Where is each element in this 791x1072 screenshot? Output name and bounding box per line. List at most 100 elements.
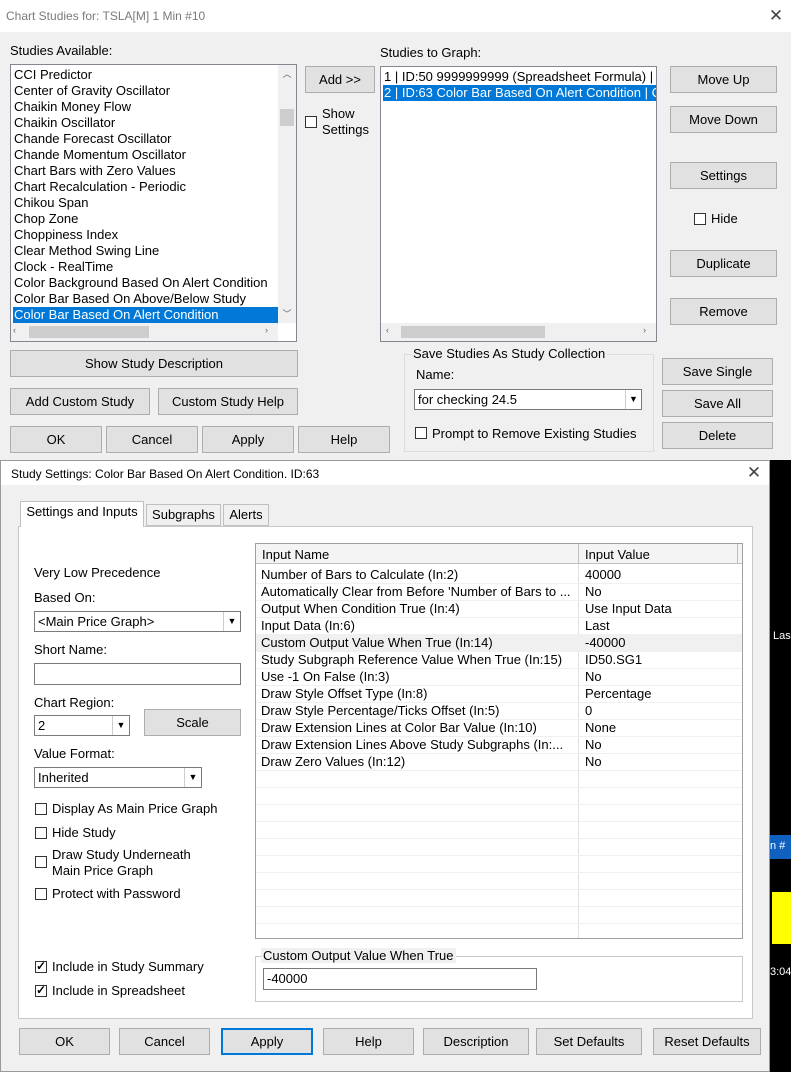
set-defaults-button[interactable]: Set Defaults	[536, 1028, 642, 1055]
include-spreadsheet-checkbox[interactable]	[35, 983, 47, 997]
settings-apply-button[interactable]: Apply	[221, 1028, 313, 1055]
input-value-cell[interactable]: 0	[585, 702, 592, 719]
show-study-description-button[interactable]: Show Study Description	[10, 350, 298, 377]
study-list-item[interactable]: Color Background Based On Alert Conditio…	[14, 275, 268, 291]
input-row[interactable]	[256, 770, 742, 788]
input-value-cell[interactable]: No	[585, 583, 602, 600]
scroll-left-icon[interactable]: ‹	[13, 325, 16, 335]
apply-button[interactable]: Apply	[202, 426, 294, 453]
dropdown-arrow-icon[interactable]: ▼	[184, 768, 201, 787]
scroll-right-icon[interactable]: ›	[265, 325, 268, 335]
cancel-button[interactable]: Cancel	[106, 426, 198, 453]
study-list-item[interactable]: Clock - RealTime	[14, 259, 113, 275]
input-value-cell[interactable]: 40000	[585, 566, 621, 583]
duplicate-button[interactable]: Duplicate	[670, 250, 777, 277]
scroll-down-icon[interactable]: ﹀	[278, 307, 296, 320]
studies-available-hscroll[interactable]: ‹ ›	[11, 323, 278, 341]
input-value-cell[interactable]: None	[585, 719, 616, 736]
remove-button[interactable]: Remove	[670, 298, 777, 325]
study-list-item[interactable]: Chikou Span	[14, 195, 88, 211]
graph-study-item-1[interactable]: 1 | ID:50 9999999999 (Spreadsheet Formul…	[384, 69, 653, 85]
close-icon[interactable]: ✕	[766, 6, 786, 26]
input-row[interactable]	[256, 906, 742, 924]
input-row[interactable]: Custom Output Value When True (In:14) -40…	[256, 634, 742, 652]
dropdown-arrow-icon[interactable]: ▼	[223, 612, 240, 631]
input-row[interactable]: Output When Condition True (In:4) Use Inp…	[256, 600, 742, 618]
scroll-left-icon[interactable]: ‹	[386, 325, 389, 335]
move-up-button[interactable]: Move Up	[670, 66, 777, 93]
input-row[interactable]	[256, 872, 742, 890]
input-row[interactable]	[256, 804, 742, 822]
reset-defaults-button[interactable]: Reset Defaults	[653, 1028, 761, 1055]
custom-study-help-button[interactable]: Custom Study Help	[158, 388, 298, 415]
display-as-main-checkbox[interactable]	[35, 803, 47, 815]
show-settings-checkbox[interactable]	[305, 116, 317, 128]
tab-alerts[interactable]: Alerts	[223, 504, 269, 526]
input-row[interactable]: Draw Style Percentage/Ticks Offset (In:5…	[256, 702, 742, 720]
scrollbar-thumb[interactable]	[280, 109, 294, 126]
study-list-item[interactable]: Chaikin Money Flow	[14, 99, 131, 115]
studies-to-graph-list[interactable]: 1 | ID:50 9999999999 (Spreadsheet Formul…	[380, 66, 657, 342]
settings-ok-button[interactable]: OK	[19, 1028, 110, 1055]
collection-name-combo[interactable]: for checking 24.5 ▼	[414, 389, 642, 410]
scale-button[interactable]: Scale	[144, 709, 241, 736]
include-summary-checkbox[interactable]	[35, 959, 47, 973]
chart-region-combo[interactable]: 2 ▼	[34, 715, 130, 736]
input-name-header[interactable]: Input Name	[262, 547, 329, 562]
studies-available-list[interactable]: CCI Predictor Center of Gravity Oscillato…	[10, 64, 297, 342]
help-button[interactable]: Help	[298, 426, 390, 453]
short-name-input[interactable]	[34, 663, 241, 685]
hide-checkbox[interactable]	[694, 213, 706, 225]
scroll-right-icon[interactable]: ›	[643, 325, 646, 335]
input-value-cell[interactable]: No	[585, 668, 602, 685]
study-list-item[interactable]: Chande Forecast Oscillator	[14, 131, 172, 147]
input-value-cell[interactable]: ID50.SG1	[585, 651, 642, 668]
input-value-cell[interactable]: Use Input Data	[585, 600, 672, 617]
study-list-item[interactable]: Chaikin Oscillator	[14, 115, 115, 131]
input-value-cell[interactable]: -40000	[585, 634, 625, 651]
study-list-item[interactable]: Color Bar Based On Alert Condition	[13, 307, 278, 323]
input-row[interactable]: Draw Style Offset Type (In:8) Percentage	[256, 685, 742, 703]
add-custom-study-button[interactable]: Add Custom Study	[10, 388, 150, 415]
tab-settings-and-inputs[interactable]: Settings and Inputs	[20, 501, 144, 527]
input-row[interactable]: Draw Zero Values (In:12) No	[256, 753, 742, 771]
input-row[interactable]: Draw Extension Lines at Color Bar Value …	[256, 719, 742, 737]
prompt-remove-checkbox[interactable]	[415, 427, 427, 439]
input-row[interactable]	[256, 838, 742, 856]
study-list-item[interactable]: Chop Zone	[14, 211, 78, 227]
based-on-combo[interactable]: <Main Price Graph> ▼	[34, 611, 241, 632]
settings-cancel-button[interactable]: Cancel	[119, 1028, 210, 1055]
study-list-item[interactable]: CCI Predictor	[14, 67, 92, 83]
value-format-combo[interactable]: Inherited ▼	[34, 767, 202, 788]
study-list-item[interactable]: Color Bar Based On Above/Below Study	[14, 291, 246, 307]
hscrollbar-thumb[interactable]	[29, 326, 149, 338]
study-list-item[interactable]: Clear Method Swing Line	[14, 243, 159, 259]
input-row[interactable]	[256, 787, 742, 805]
hide-study-checkbox[interactable]	[35, 827, 47, 839]
studies-available-vscroll[interactable]: ︿ ﹀	[278, 65, 296, 323]
graph-study-item-2[interactable]: 2 | ID:63 Color Bar Based On Alert Condi…	[383, 85, 656, 101]
description-button[interactable]: Description	[423, 1028, 529, 1055]
input-value-cell[interactable]: Percentage	[585, 685, 652, 702]
dropdown-arrow-icon[interactable]: ▼	[112, 716, 129, 735]
input-row[interactable]: Number of Bars to Calculate (In:2) 40000	[256, 566, 742, 584]
input-value-cell[interactable]: No	[585, 736, 602, 753]
input-value-header[interactable]: Input Value	[585, 547, 650, 562]
save-single-button[interactable]: Save Single	[662, 358, 773, 385]
save-all-button[interactable]: Save All	[662, 390, 773, 417]
protect-password-checkbox[interactable]	[35, 888, 47, 900]
draw-underneath-checkbox[interactable]	[35, 856, 47, 868]
input-row[interactable]	[256, 923, 742, 938]
hscrollbar-thumb[interactable]	[401, 326, 545, 338]
settings-help-button[interactable]: Help	[323, 1028, 414, 1055]
study-list-item[interactable]: Center of Gravity Oscillator	[14, 83, 170, 99]
edit-value-input[interactable]: -40000	[263, 968, 537, 990]
input-row[interactable]: Input Data (In:6) Last	[256, 617, 742, 635]
input-row[interactable]: Draw Extension Lines Above Study Subgrap…	[256, 736, 742, 754]
tab-subgraphs[interactable]: Subgraphs	[146, 504, 221, 526]
dropdown-arrow-icon[interactable]: ▼	[625, 390, 641, 409]
study-list-item[interactable]: Choppiness Index	[14, 227, 118, 243]
studies-to-graph-hscroll[interactable]: ‹ ›	[381, 323, 656, 341]
ok-button[interactable]: OK	[10, 426, 102, 453]
input-row[interactable]: Use -1 On False (In:3) No	[256, 668, 742, 686]
